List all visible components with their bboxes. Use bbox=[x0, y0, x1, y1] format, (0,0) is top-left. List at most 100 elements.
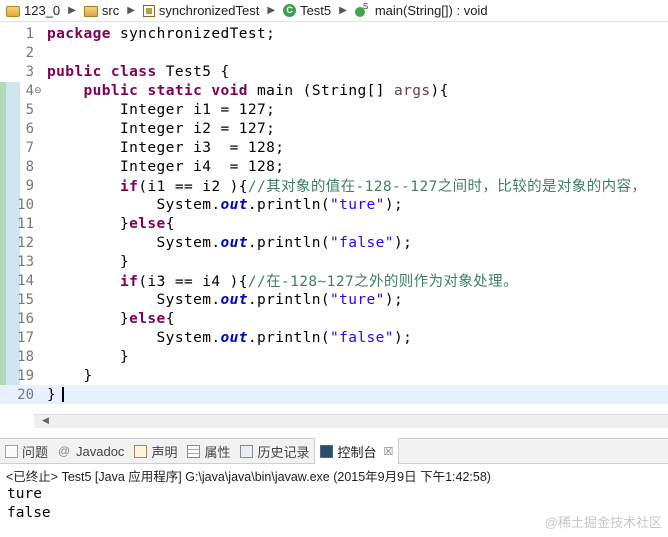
code-line[interactable]: 17 System.out.println("false"); bbox=[0, 328, 668, 347]
code-token: } bbox=[47, 367, 93, 384]
code-token: else bbox=[129, 215, 166, 232]
breadcrumb-item-method[interactable]: main(String[]) : void bbox=[354, 2, 488, 18]
code-line[interactable]: 16 }else{ bbox=[0, 309, 668, 328]
horizontal-scrollbar[interactable]: ◀ bbox=[34, 414, 668, 428]
code-token: package bbox=[47, 25, 111, 42]
code-token: (i1 == i2 ){ bbox=[138, 179, 248, 195]
breadcrumb-label: main(String[]) : void bbox=[374, 3, 488, 18]
line-number: 13 bbox=[17, 253, 34, 270]
tab-history[interactable]: 历史记录 bbox=[235, 438, 314, 464]
breadcrumb-item-package[interactable]: synchronizedTest bbox=[142, 3, 260, 18]
close-icon[interactable]: ☒ bbox=[384, 445, 394, 458]
code-token: Test5 { bbox=[156, 63, 230, 80]
breadcrumb-label: synchronizedTest bbox=[158, 3, 260, 18]
code-line[interactable]: 8 Integer i4 = 128; bbox=[0, 157, 668, 176]
line-number: 7 bbox=[25, 139, 34, 156]
code-line[interactable]: 13 } bbox=[0, 252, 668, 271]
code-line[interactable]: 7 Integer i3 = 128; bbox=[0, 138, 668, 157]
project-icon bbox=[6, 6, 20, 17]
tab-label: 属性 bbox=[204, 444, 231, 460]
scroll-left-icon[interactable]: ◀ bbox=[42, 416, 49, 426]
breadcrumb-item-class[interactable]: C Test5 bbox=[283, 3, 331, 18]
tab-label: 声明 bbox=[151, 444, 178, 460]
line-number: 10 bbox=[17, 196, 34, 213]
code-token: ); bbox=[393, 329, 413, 346]
code-token: else bbox=[129, 310, 166, 327]
method-icon bbox=[354, 2, 368, 17]
code-text: Integer i1 = 127; bbox=[47, 102, 275, 118]
code-editor[interactable]: 1 package synchronizedTest; 2 3 public class… bbox=[0, 22, 668, 414]
line-number: 16 bbox=[17, 310, 34, 327]
tab-javadoc[interactable]: @ Javadoc bbox=[53, 438, 129, 464]
line-number: 4 bbox=[25, 82, 34, 99]
code-token: out bbox=[220, 234, 248, 251]
code-line[interactable]: 19 } bbox=[0, 366, 668, 385]
line-number: 14 bbox=[17, 272, 34, 289]
line-number: 3 bbox=[25, 63, 34, 80]
code-token: "ture" bbox=[330, 291, 385, 308]
tab-console[interactable]: 控制台 ☒ bbox=[314, 438, 400, 464]
code-line[interactable]: 3 public class Test5 { bbox=[0, 62, 668, 81]
code-line[interactable]: 18 } bbox=[0, 347, 668, 366]
line-number: 9 bbox=[25, 177, 34, 194]
declaration-icon bbox=[134, 444, 148, 458]
code-line[interactable]: 1 package synchronizedTest; bbox=[0, 24, 668, 43]
breadcrumb-item-src[interactable]: src bbox=[83, 3, 119, 18]
chevron-right-icon: ▶ bbox=[68, 5, 76, 16]
line-number: 18 bbox=[17, 348, 34, 365]
code-line[interactable]: 11 }else{ bbox=[0, 214, 668, 233]
console-output-line: false bbox=[7, 505, 51, 521]
text-caret bbox=[62, 387, 65, 402]
problems-icon bbox=[5, 444, 18, 458]
code-token: ); bbox=[393, 234, 413, 251]
tab-label: Javadoc bbox=[76, 443, 125, 459]
code-line[interactable]: 15 System.out.println("ture"); bbox=[0, 290, 668, 309]
tab-label: 控制台 bbox=[337, 444, 377, 460]
code-token: args bbox=[393, 82, 431, 99]
line-number: 6 bbox=[25, 120, 34, 137]
code-text: public class Test5 { bbox=[47, 64, 230, 80]
code-token: } bbox=[47, 215, 130, 232]
line-number: 20 bbox=[17, 386, 34, 403]
code-text: if(i3 == i4 ){//在-128~127之外的则作为对象处理。 bbox=[47, 270, 518, 291]
code-token: if bbox=[120, 274, 139, 290]
line-number: 11 bbox=[17, 215, 34, 232]
code-token: } bbox=[47, 253, 130, 270]
code-line[interactable]: 6 Integer i2 = 127; bbox=[0, 119, 668, 138]
code-token: void bbox=[211, 82, 248, 99]
code-token: Integer i1 = 127; bbox=[47, 101, 276, 118]
code-token: out bbox=[220, 196, 248, 213]
code-token: public bbox=[83, 82, 139, 99]
breadcrumb-item-project[interactable]: 123_0 bbox=[6, 3, 60, 18]
code-token: { bbox=[165, 310, 175, 327]
console-status: <已终止> Test5 [Java 应用程序] G:\java\java\bin… bbox=[6, 469, 491, 484]
code-line[interactable]: 12 System.out.println("false"); bbox=[0, 233, 668, 252]
code-line[interactable]: 20} bbox=[0, 385, 668, 404]
tab-declaration[interactable]: 声明 bbox=[129, 438, 182, 464]
console-output-line: ture bbox=[7, 486, 42, 502]
code-line[interactable]: 14 if(i3 == i4 ){//在-128~127之外的则作为对象处理。 bbox=[0, 270, 668, 291]
breadcrumb: 123_0 ▶ src ▶ synchronizedTest ▶ C Test5… bbox=[0, 0, 668, 22]
tab-properties[interactable]: 属性 bbox=[182, 438, 235, 464]
code-line[interactable]: 5 Integer i1 = 127; bbox=[0, 100, 668, 119]
code-token: if bbox=[120, 179, 139, 195]
line-number: 8 bbox=[25, 158, 34, 175]
code-token: //其对象的值在-128--127之间时，比较的是对象的内容， bbox=[247, 179, 647, 195]
code-line[interactable]: 4 ⊖ public static void main (String[] arg… bbox=[0, 81, 668, 100]
line-number: 12 bbox=[17, 234, 34, 251]
fold-toggle-icon[interactable]: ⊖ bbox=[34, 86, 42, 96]
code-token: } bbox=[47, 348, 130, 365]
code-token: public bbox=[47, 63, 102, 80]
code-line[interactable]: 10 System.out.println("ture"); bbox=[0, 195, 668, 214]
code-line[interactable]: 2 bbox=[0, 43, 668, 62]
code-token: (i3 == i4 ){ bbox=[138, 274, 248, 290]
tab-problems[interactable]: 问题 bbox=[0, 438, 53, 464]
code-line[interactable]: 9 if(i1 == i2 ){//其对象的值在-128--127之间时，比较的… bbox=[0, 176, 668, 196]
code-token: ); bbox=[384, 291, 404, 308]
code-text: }else{ bbox=[47, 216, 175, 232]
watermark: @稀土掘金技术社区 bbox=[544, 515, 662, 530]
code-token: { bbox=[165, 215, 175, 232]
code-text: System.out.println("ture"); bbox=[47, 292, 403, 308]
code-token: .println( bbox=[247, 234, 331, 251]
